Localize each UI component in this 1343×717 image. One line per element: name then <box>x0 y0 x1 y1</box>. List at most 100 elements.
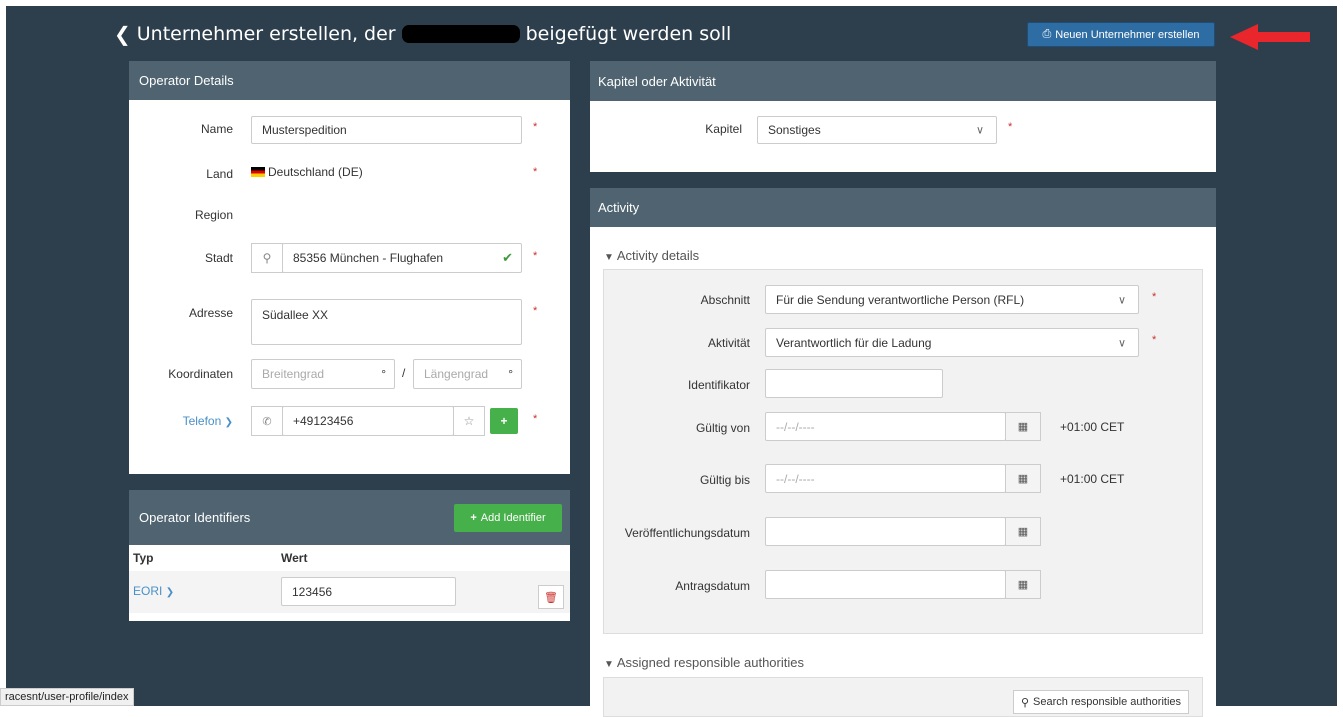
table-row: EORI ❯ 123456 🗑 <box>129 571 570 613</box>
phone-addon: ✆ <box>251 406 283 436</box>
status-bar-url: racesnt/user-profile/index <box>5 691 129 703</box>
required-marker: * <box>533 413 538 425</box>
abschnitt-select[interactable]: Für die Sendung verantwortliche Person (… <box>765 285 1139 314</box>
veroeffentlichung-field[interactable] <box>765 517 1006 546</box>
name-field-value: Musterspedition <box>262 123 347 137</box>
activity-details-toggle[interactable]: ▼ Activity details <box>604 248 699 263</box>
identifier-value-text: 123456 <box>292 584 333 599</box>
degree-symbol: ° <box>381 367 386 381</box>
gueltig-bis-label: Gültig bis <box>699 473 750 487</box>
page-title: ❮ Unternehmer erstellen, der beigefügt w… <box>114 22 731 46</box>
calendar-icon: ▦ <box>1017 579 1029 591</box>
aktivitaet-select-value: Verantwortlich für die Ladung <box>776 335 932 350</box>
identifikator-label: Identifikator <box>687 378 750 392</box>
delete-identifier-button[interactable]: 🗑 <box>538 585 564 609</box>
activity-heading: Activity <box>590 188 1216 227</box>
date-placeholder: --/--/---- <box>776 419 815 434</box>
antragsdatum-calendar-button[interactable]: ▦ <box>1005 570 1041 599</box>
search-authorities-button[interactable]: ⚲ Search responsible authorities <box>1013 690 1189 714</box>
required-marker: * <box>533 121 538 133</box>
chevron-down-icon: ❯ <box>165 587 175 598</box>
kapitel-select-value: Sonstiges <box>768 123 821 137</box>
laengengrad-field[interactable]: Längengrad ° <box>413 359 522 389</box>
identifier-type-value: EORI <box>133 584 163 598</box>
required-marker: * <box>533 166 538 178</box>
operator-details-panel: Operator Details Name Musterspedition * … <box>129 61 570 474</box>
search-authorities-label: Search responsible authorities <box>1033 696 1182 708</box>
new-operator-button[interactable]: ⎙ Neuen Unternehmer erstellen <box>1027 22 1215 47</box>
breitengrad-field[interactable]: Breitengrad ° <box>251 359 395 389</box>
land-value: Deutschland (DE) <box>251 165 363 179</box>
search-icon: ⚲ <box>262 251 272 265</box>
page-title-part1: Unternehmer erstellen, der <box>136 23 396 45</box>
timezone-label: +01:00 CET <box>1060 472 1125 486</box>
required-marker: * <box>1152 291 1157 303</box>
browser-status-bar: racesnt/user-profile/index <box>0 688 134 706</box>
stadt-field[interactable]: 85356 München - Flughafen ✔ <box>282 243 522 273</box>
operator-details-heading-text: Operator Details <box>139 73 234 88</box>
kapitel-heading: Kapitel oder Aktivität <box>590 61 1216 101</box>
add-identifier-button[interactable]: + Add Identifier <box>454 503 562 532</box>
required-marker: * <box>533 305 538 317</box>
plus-icon: + <box>470 511 477 524</box>
operator-identifiers-heading: Operator Identifiers + Add Identifier <box>129 490 570 545</box>
gueltig-von-field[interactable]: --/--/---- <box>765 412 1006 441</box>
veroeffentlichung-calendar-button[interactable]: ▦ <box>1005 517 1041 546</box>
kapitel-heading-text: Kapitel oder Aktivität <box>598 73 716 89</box>
calendar-icon: ▦ <box>1017 421 1029 433</box>
identifier-type-dropdown[interactable]: EORI ❯ <box>133 584 174 598</box>
region-label: Region <box>194 208 233 222</box>
activity-heading-text: Activity <box>598 200 640 215</box>
chevron-down-icon: ∨ <box>1117 337 1126 349</box>
kapitel-select[interactable]: Sonstiges ∨ <box>757 116 997 144</box>
red-arrow-annotation <box>1230 24 1310 50</box>
trash-icon: 🗑 <box>544 591 558 604</box>
gueltig-bis-calendar-button[interactable]: ▦ <box>1005 464 1041 493</box>
identifier-value-field[interactable]: 123456 <box>281 577 456 606</box>
required-marker: * <box>1152 334 1157 346</box>
authorities-toggle[interactable]: ▼ Assigned responsible authorities <box>604 655 804 670</box>
typ-column-header: Typ <box>133 551 154 565</box>
land-value-text: Deutschland (DE) <box>268 165 363 179</box>
telefon-field-value: +49123456 <box>293 414 354 428</box>
germany-flag-icon <box>251 167 265 177</box>
redaction-bar <box>401 25 520 43</box>
aktivitaet-select[interactable]: Verantwortlich für die Ladung ∨ <box>765 328 1139 357</box>
operator-identifiers-panel: Operator Identifiers + Add Identifier Ty… <box>129 490 570 621</box>
name-field[interactable]: Musterspedition <box>251 116 522 144</box>
authorities-toggle-label: Assigned responsible authorities <box>616 655 804 670</box>
chevron-down-icon: ∨ <box>975 124 984 137</box>
wert-column-header: Wert <box>281 551 308 565</box>
identifikator-field[interactable] <box>765 369 943 398</box>
star-icon: ☆ <box>463 414 475 428</box>
search-addon: ⚲ <box>251 243 283 273</box>
laengengrad-placeholder: Längengrad <box>424 367 489 381</box>
adresse-field[interactable]: Südallee XX <box>251 299 522 345</box>
operator-details-heading: Operator Details <box>129 61 570 100</box>
antragsdatum-field[interactable] <box>765 570 1006 599</box>
gueltig-von-label: Gültig von <box>695 421 750 435</box>
chevron-down-icon: ▼ <box>604 252 614 263</box>
koordinaten-label: Koordinaten <box>168 367 233 381</box>
chevron-down-icon: ❯ <box>224 417 233 428</box>
degree-symbol: ° <box>508 367 513 381</box>
adresse-label: Adresse <box>188 306 233 320</box>
add-phone-button[interactable]: + <box>490 408 518 434</box>
telefon-type-dropdown[interactable]: Telefon ❯ <box>129 414 233 428</box>
authorities-box: ⚲ Search responsible authorities <box>603 677 1203 717</box>
adresse-field-value: Südallee XX <box>262 308 329 322</box>
favorite-star-button[interactable]: ☆ <box>453 406 485 436</box>
aktivitaet-label: Aktivität <box>707 336 750 350</box>
stadt-field-value: 85356 München - Flughafen <box>293 251 444 265</box>
activity-details-box: Abschnitt Für die Sendung verantwortlich… <box>603 269 1203 634</box>
abschnitt-select-value: Für die Sendung verantwortliche Person (… <box>776 292 1025 307</box>
gueltig-bis-field[interactable]: --/--/---- <box>765 464 1006 493</box>
veroeffentlichung-label: Veröffentlichungsdatum <box>624 526 750 540</box>
abschnitt-label: Abschnitt <box>700 293 750 307</box>
date-placeholder: --/--/---- <box>776 471 815 486</box>
telefon-label: Telefon <box>182 414 222 428</box>
telefon-field[interactable]: +49123456 <box>282 406 454 436</box>
gueltig-von-calendar-button[interactable]: ▦ <box>1005 412 1041 441</box>
kapitel-panel: Kapitel oder Aktivität Kapitel Sonstiges… <box>590 61 1216 172</box>
back-chevron-icon[interactable]: ❮ <box>114 22 131 46</box>
